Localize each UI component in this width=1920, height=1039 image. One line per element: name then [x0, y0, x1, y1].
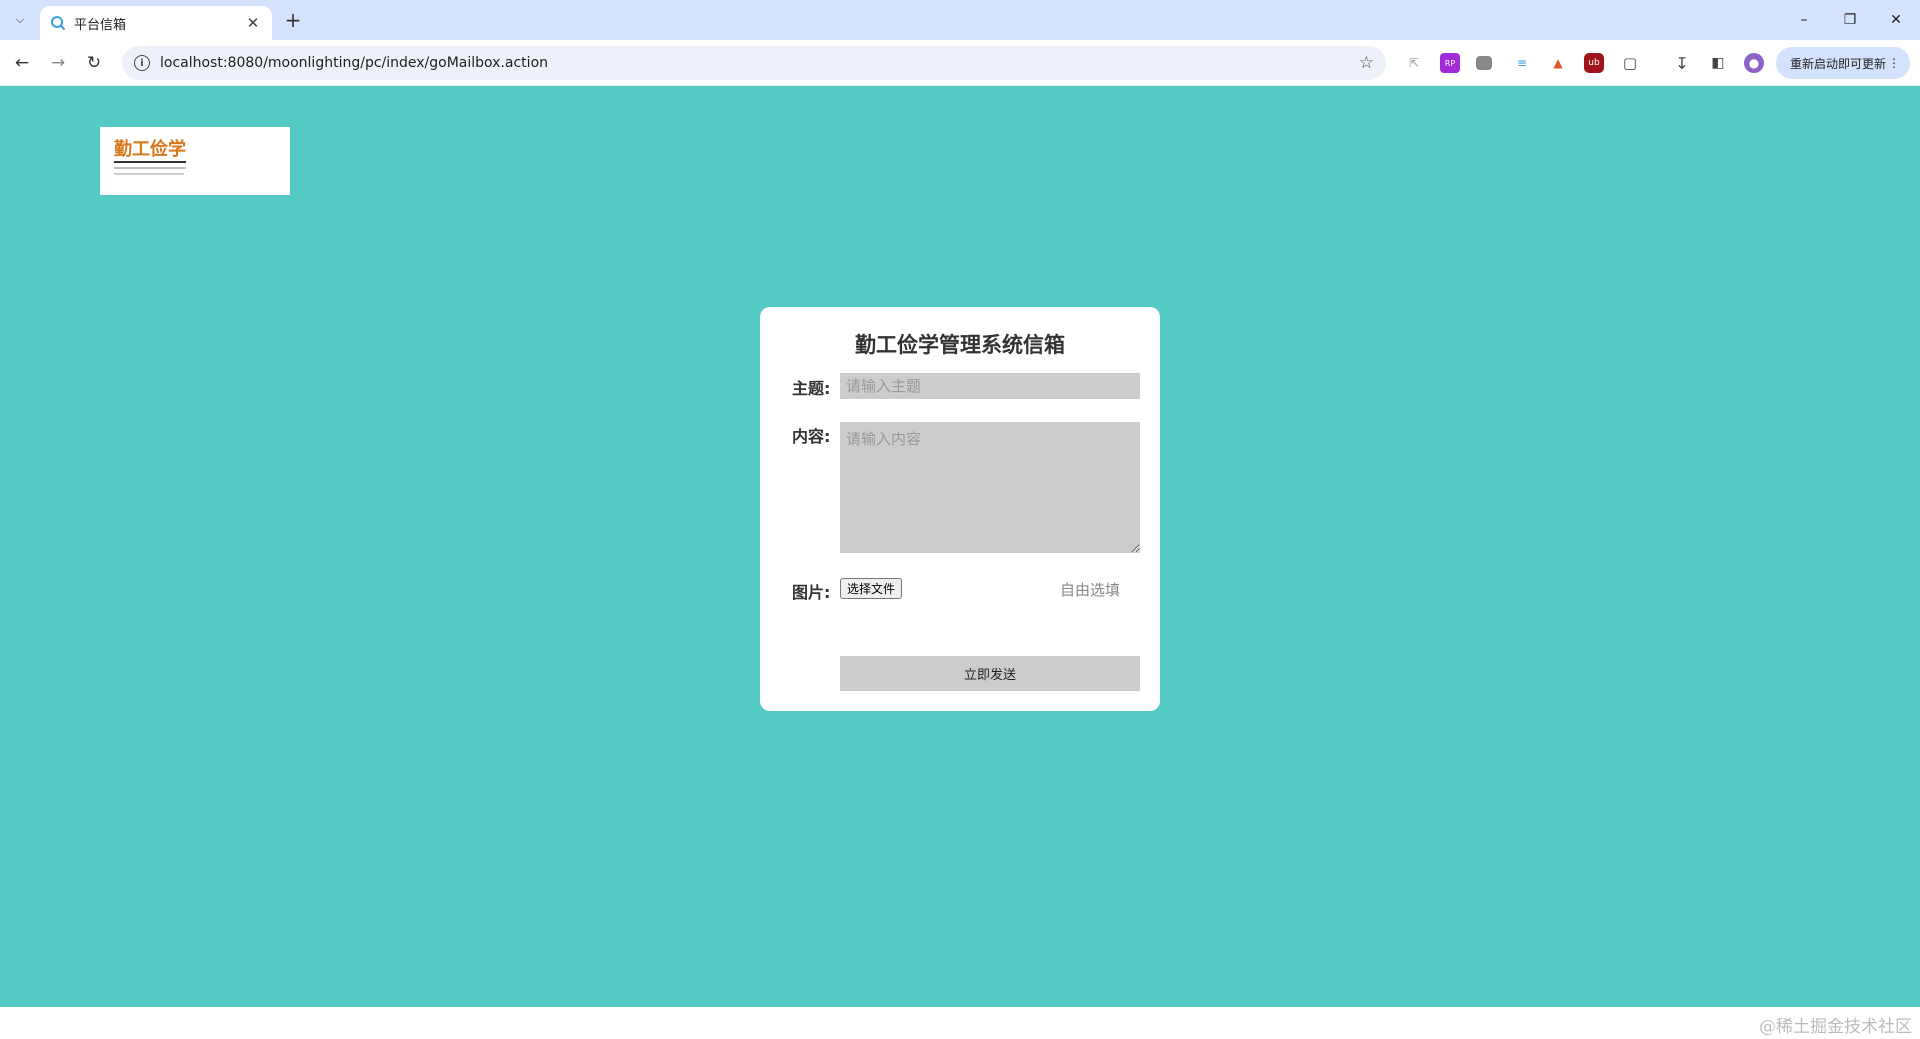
choose-file-button[interactable]: 选择文件 [840, 578, 903, 599]
site-info-icon[interactable]: i [134, 55, 150, 71]
back-arrow-icon[interactable]: ← [8, 50, 36, 76]
search-favicon-icon [51, 16, 66, 31]
new-tab-plus-icon[interactable]: + [280, 8, 306, 32]
side-panel-icon[interactable]: ◧ [1708, 53, 1728, 73]
site-logo[interactable]: 勤工俭学 [100, 127, 290, 195]
logo-brand-text: 勤工俭学 [114, 139, 186, 163]
send-button[interactable]: 立即发送 [840, 656, 1140, 691]
profile-avatar-icon[interactable]: ● [1744, 53, 1764, 73]
mailbox-title: 勤工俭学管理系统信箱 [855, 333, 1065, 357]
address-bar[interactable]: i localhost:8080/moonlighting/pc/index/g… [122, 46, 1386, 80]
reload-icon[interactable]: ↻ [80, 50, 108, 76]
logo-tagline-line [114, 173, 184, 175]
update-restart-button[interactable]: 重新启动即可更新 ⋮ [1776, 47, 1910, 79]
page-background: 勤工俭学 勤工俭学管理系统信箱 主题: 内容: 图片: 选择文件 自由选填 立即… [0, 86, 1920, 1007]
bookmark-star-icon[interactable]: ☆ [1359, 53, 1374, 73]
browser-tab-bar: ⌵ 平台信箱 ✕ + – ❐ ✕ [0, 0, 1920, 40]
page-footer-strip [0, 1007, 1920, 1039]
watermark-text: @稀土掘金技术社区 [1759, 1017, 1912, 1037]
mailbox-form-card: 勤工俭学管理系统信箱 主题: 内容: 图片: 选择文件 自由选填 立即发送 [760, 307, 1160, 711]
tab-title: 平台信箱 [74, 17, 127, 33]
rp-extension-icon[interactable]: RP [1440, 53, 1460, 73]
content-label: 内容: [792, 427, 831, 446]
tab-search-chevron-icon[interactable]: ⌵ [8, 8, 32, 32]
subject-label: 主题: [792, 379, 831, 398]
restore-window-icon[interactable]: ❐ [1828, 6, 1872, 34]
extensions-puzzle-icon[interactable]: ▢ [1620, 53, 1640, 73]
close-window-icon[interactable]: ✕ [1874, 6, 1918, 34]
store-extension-icon[interactable] [1476, 56, 1492, 70]
logo-tagline-line [114, 167, 186, 169]
cursor-extension-icon[interactable]: ⇱ [1404, 53, 1424, 73]
subject-input[interactable] [840, 373, 1140, 399]
triangle-extension-icon[interactable]: ▲ [1548, 53, 1568, 73]
more-menu-icon[interactable]: ⋮ [1888, 56, 1900, 70]
forward-arrow-icon[interactable]: → [44, 50, 72, 76]
optional-hint: 自由选填 [1060, 581, 1121, 599]
download-icon[interactable]: ↧ [1672, 53, 1692, 73]
image-label: 图片: [792, 583, 831, 602]
browser-tab-active[interactable]: 平台信箱 ✕ [40, 6, 272, 40]
layers-extension-icon[interactable]: ≡ [1512, 53, 1532, 73]
browser-toolbar: ← → ↻ i localhost:8080/moonlighting/pc/i… [0, 40, 1920, 86]
content-textarea[interactable] [840, 422, 1140, 553]
minimize-window-icon[interactable]: – [1782, 6, 1826, 34]
tab-close-icon[interactable]: ✕ [244, 14, 262, 32]
update-button-label: 重新启动即可更新 [1790, 56, 1887, 71]
address-url[interactable]: localhost:8080/moonlighting/pc/index/goM… [160, 55, 1359, 71]
ublock-shield-icon[interactable]: ub [1584, 53, 1604, 73]
